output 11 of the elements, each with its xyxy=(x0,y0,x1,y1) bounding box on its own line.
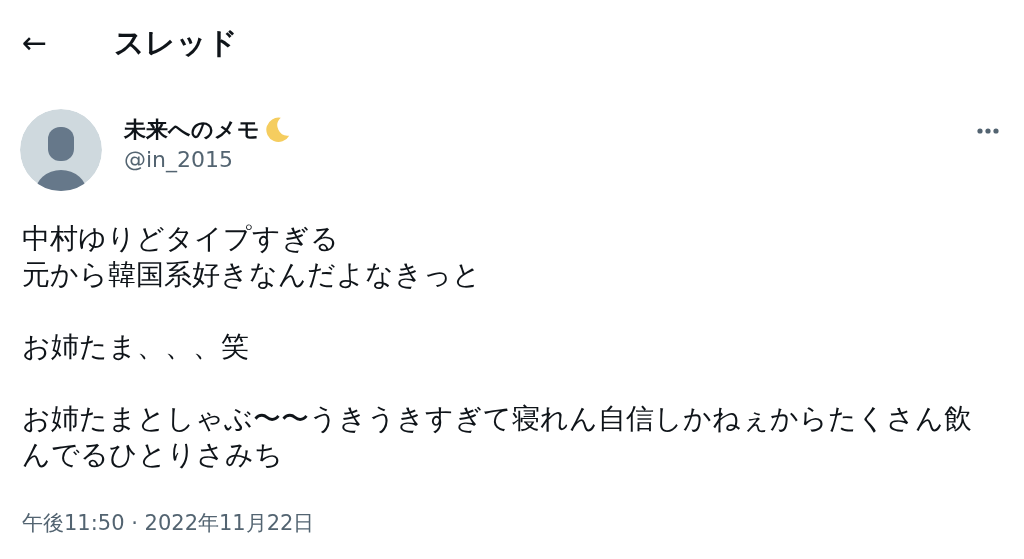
tweet-text-line: お姉たま、、、笑 xyxy=(22,329,249,365)
tweet-text-line: お姉たまとしゃぶ〜〜うきうきすぎて寝れん自信しかねぇからたくさん飲んでるひとりさみち xyxy=(22,401,973,473)
avatar-icon xyxy=(20,109,102,191)
more-icon[interactable] xyxy=(976,127,1000,135)
tweet-timestamp[interactable]: 午後11:50 · 2022年11月22日 xyxy=(22,509,315,537)
author-handle[interactable]: @in_2015 xyxy=(124,145,234,175)
author-name[interactable]: 未来へのメモ xyxy=(124,115,260,145)
page-title: スレッド xyxy=(114,24,238,62)
back-button[interactable]: ← xyxy=(22,25,114,61)
tweet-text-line: 中村ゆりどタイプすぎる xyxy=(22,221,339,257)
tweet-text-line: 元から韓国系好きなんだよなきっと xyxy=(22,257,481,293)
